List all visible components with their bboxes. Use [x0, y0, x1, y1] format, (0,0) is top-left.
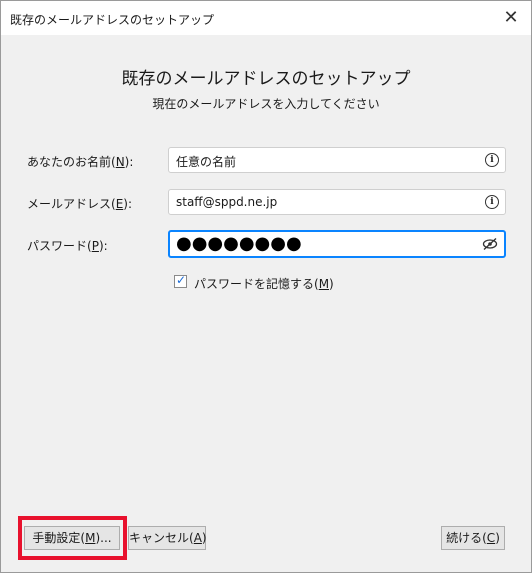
email-field[interactable]: staff@sppd.ne.jp i [168, 189, 506, 215]
window-title: 既存のメールアドレスのセットアップ [10, 13, 215, 27]
password-field[interactable]: ●●●●●●●● [168, 230, 506, 258]
cancel-button[interactable]: キャンセル(A) [128, 526, 207, 550]
name-field[interactable]: 任意の名前 i [168, 147, 506, 173]
remember-password-checkbox[interactable]: ✓ [174, 273, 187, 288]
close-icon[interactable]: ✕ [501, 8, 521, 28]
info-icon[interactable]: i [485, 153, 499, 167]
password-label: パスワード(P): [27, 239, 108, 253]
email-label: メールアドレス(E): [27, 197, 133, 211]
info-icon[interactable]: i [485, 195, 499, 209]
name-label: あなたのお名前(N): [27, 155, 134, 169]
highlight-annotation [18, 516, 127, 560]
name-value: 任意の名前 [176, 155, 237, 169]
check-icon: ✓ [176, 273, 187, 287]
remember-password-label[interactable]: パスワードを記憶する(M) [194, 275, 334, 292]
page-subtitle: 現在のメールアドレスを入力してください [152, 97, 380, 111]
page-title: 既存のメールアドレスのセットアップ [121, 69, 411, 89]
title-bar: 既存のメールアドレスのセットアップ ✕ [1, 1, 531, 35]
password-value: ●●●●●●●● [176, 233, 302, 254]
dialog-window: 既存のメールアドレスのセットアップ ✕ 既存のメールアドレスのセットアップ 現在… [0, 0, 532, 573]
email-value: staff@sppd.ne.jp [176, 195, 278, 209]
continue-button[interactable]: 続ける(C) [441, 526, 505, 550]
show-password-icon[interactable] [482, 237, 498, 251]
